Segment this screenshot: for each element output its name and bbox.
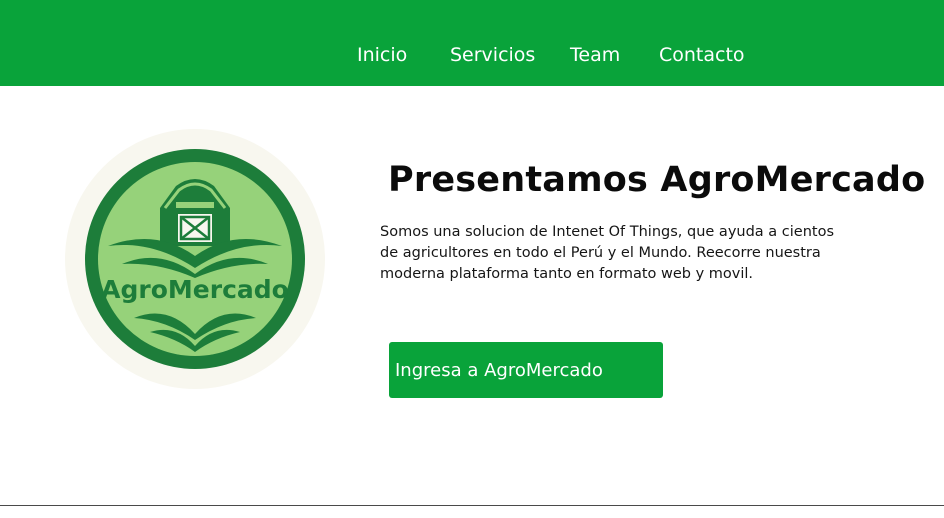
page-title: Presentamos AgroMercado bbox=[388, 160, 926, 200]
hero-description: Somos una solucion de Intenet Of Things,… bbox=[380, 224, 835, 282]
nav-link-team[interactable]: Team bbox=[570, 44, 620, 66]
logo-text: AgroMercado bbox=[101, 275, 289, 304]
farm-logo-icon: AgroMercado bbox=[65, 129, 325, 389]
footer-divider bbox=[0, 505, 944, 506]
nav-link-servicios[interactable]: Servicios bbox=[450, 44, 535, 66]
nav-link-inicio[interactable]: Inicio bbox=[357, 44, 407, 66]
enter-agromercado-button[interactable]: Ingresa a AgroMercado bbox=[389, 342, 663, 398]
nav-link-contacto[interactable]: Contacto bbox=[659, 44, 745, 66]
agromercado-logo: AgroMercado bbox=[64, 128, 326, 390]
top-navbar: Inicio Servicios Team Contacto bbox=[0, 0, 944, 86]
